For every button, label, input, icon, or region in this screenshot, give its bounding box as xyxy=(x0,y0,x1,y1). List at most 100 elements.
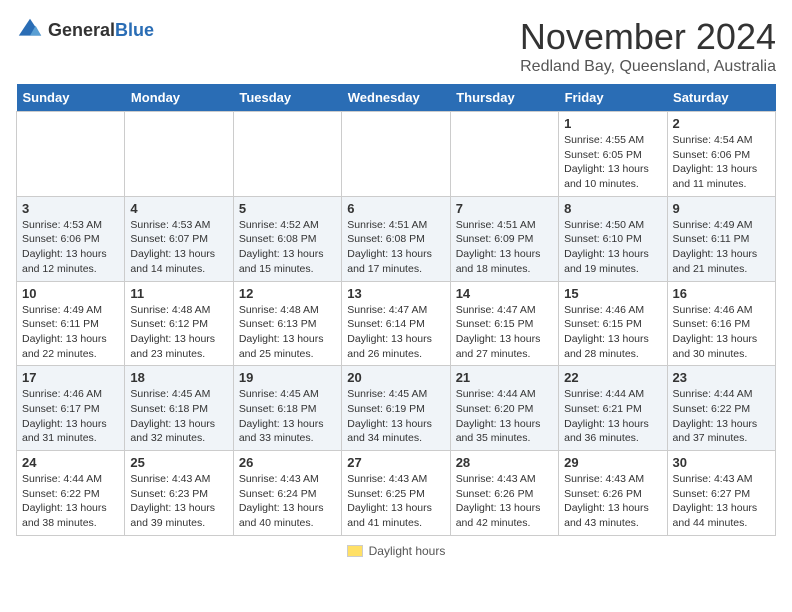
day-info: Sunrise: 4:44 AM Sunset: 6:22 PM Dayligh… xyxy=(673,387,770,446)
day-info: Sunrise: 4:48 AM Sunset: 6:13 PM Dayligh… xyxy=(239,303,336,362)
calendar-day-cell: 30 Sunrise: 4:43 AM Sunset: 6:27 PM Dayli… xyxy=(667,451,775,536)
calendar-week-row: 10Sunrise: 4:49 AM Sunset: 6:11 PM Dayli… xyxy=(17,281,776,366)
day-info: Sunrise: 4:45 AM Sunset: 6:19 PM Dayligh… xyxy=(347,387,444,446)
calendar-day-cell: 22 Sunrise: 4:44 AM Sunset: 6:21 PM Dayli… xyxy=(559,366,667,451)
calendar-day-cell: 27 Sunrise: 4:43 AM Sunset: 6:25 PM Dayli… xyxy=(342,451,450,536)
calendar-day-cell: 1 Sunrise: 4:55 AM Sunset: 6:05 PM Daylig… xyxy=(559,112,667,197)
calendar-day-cell: 29 Sunrise: 4:43 AM Sunset: 6:26 PM Dayli… xyxy=(559,451,667,536)
day-info: Sunrise: 4:43 AM Sunset: 6:23 PM Dayligh… xyxy=(130,472,227,531)
calendar-week-row: 17 Sunrise: 4:46 AM Sunset: 6:17 PM Dayli… xyxy=(17,366,776,451)
logo-text: GeneralBlue xyxy=(48,20,154,41)
day-number: 24 xyxy=(22,455,119,470)
day-number: 15 xyxy=(564,286,661,301)
day-info: Sunrise: 4:43 AM Sunset: 6:26 PM Dayligh… xyxy=(564,472,661,531)
day-info: Sunrise: 4:46 AM Sunset: 6:15 PM Dayligh… xyxy=(564,303,661,362)
day-info: Sunrise: 4:50 AM Sunset: 6:10 PM Dayligh… xyxy=(564,218,661,277)
day-number: 7 xyxy=(456,201,553,216)
day-info: Sunrise: 4:43 AM Sunset: 6:27 PM Dayligh… xyxy=(673,472,770,531)
day-info: Sunrise: 4:51 AM Sunset: 6:08 PM Dayligh… xyxy=(347,218,444,277)
calendar-week-row: 3Sunrise: 4:53 AM Sunset: 6:06 PM Daylig… xyxy=(17,196,776,281)
weekday-header: Monday xyxy=(125,84,233,112)
calendar-day-cell: 3Sunrise: 4:53 AM Sunset: 6:06 PM Daylig… xyxy=(17,196,125,281)
day-number: 26 xyxy=(239,455,336,470)
calendar-day-cell: 18Sunrise: 4:45 AM Sunset: 6:18 PM Dayli… xyxy=(125,366,233,451)
calendar-day-cell: 28 Sunrise: 4:43 AM Sunset: 6:26 PM Dayli… xyxy=(450,451,558,536)
day-number: 30 xyxy=(673,455,770,470)
day-number: 27 xyxy=(347,455,444,470)
legend-area: Daylight hours xyxy=(16,544,776,558)
month-title: November 2024 xyxy=(520,16,776,58)
day-number: 4 xyxy=(130,201,227,216)
day-number: 21 xyxy=(456,370,553,385)
day-number: 29 xyxy=(564,455,661,470)
weekday-header: Saturday xyxy=(667,84,775,112)
calendar-day-cell: 21 Sunrise: 4:44 AM Sunset: 6:20 PM Dayli… xyxy=(450,366,558,451)
calendar-day-cell xyxy=(17,112,125,197)
day-number: 1 xyxy=(564,116,661,131)
day-info: Sunrise: 4:43 AM Sunset: 6:26 PM Dayligh… xyxy=(456,472,553,531)
calendar-day-cell: 6 Sunrise: 4:51 AM Sunset: 6:08 PM Daylig… xyxy=(342,196,450,281)
calendar-day-cell: 10Sunrise: 4:49 AM Sunset: 6:11 PM Dayli… xyxy=(17,281,125,366)
day-number: 10 xyxy=(22,286,119,301)
day-info: Sunrise: 4:46 AM Sunset: 6:17 PM Dayligh… xyxy=(22,387,119,446)
calendar-day-cell: 25 Sunrise: 4:43 AM Sunset: 6:23 PM Dayli… xyxy=(125,451,233,536)
weekday-header-row: SundayMondayTuesdayWednesdayThursdayFrid… xyxy=(17,84,776,112)
calendar-day-cell: 12 Sunrise: 4:48 AM Sunset: 6:13 PM Dayli… xyxy=(233,281,341,366)
day-number: 28 xyxy=(456,455,553,470)
header: GeneralBlue November 2024 Redland Bay, Q… xyxy=(16,16,776,76)
day-number: 2 xyxy=(673,116,770,131)
day-info: Sunrise: 4:44 AM Sunset: 6:21 PM Dayligh… xyxy=(564,387,661,446)
calendar-day-cell: 26 Sunrise: 4:43 AM Sunset: 6:24 PM Dayli… xyxy=(233,451,341,536)
day-info: Sunrise: 4:43 AM Sunset: 6:25 PM Dayligh… xyxy=(347,472,444,531)
logo-icon xyxy=(16,16,44,44)
day-info: Sunrise: 4:53 AM Sunset: 6:06 PM Dayligh… xyxy=(22,218,119,277)
day-number: 25 xyxy=(130,455,227,470)
day-info: Sunrise: 4:49 AM Sunset: 6:11 PM Dayligh… xyxy=(673,218,770,277)
weekday-header: Wednesday xyxy=(342,84,450,112)
calendar-day-cell: 15 Sunrise: 4:46 AM Sunset: 6:15 PM Dayli… xyxy=(559,281,667,366)
day-info: Sunrise: 4:52 AM Sunset: 6:08 PM Dayligh… xyxy=(239,218,336,277)
calendar-day-cell: 17 Sunrise: 4:46 AM Sunset: 6:17 PM Dayli… xyxy=(17,366,125,451)
logo-general: General xyxy=(48,20,115,40)
day-number: 12 xyxy=(239,286,336,301)
weekday-header: Thursday xyxy=(450,84,558,112)
calendar-day-cell xyxy=(125,112,233,197)
calendar-day-cell: 14 Sunrise: 4:47 AM Sunset: 6:15 PM Dayli… xyxy=(450,281,558,366)
calendar-day-cell xyxy=(233,112,341,197)
legend-label: Daylight hours xyxy=(369,544,446,558)
weekday-header: Friday xyxy=(559,84,667,112)
day-number: 22 xyxy=(564,370,661,385)
day-info: Sunrise: 4:51 AM Sunset: 6:09 PM Dayligh… xyxy=(456,218,553,277)
day-number: 9 xyxy=(673,201,770,216)
calendar-day-cell: 11 Sunrise: 4:48 AM Sunset: 6:12 PM Dayli… xyxy=(125,281,233,366)
calendar-day-cell: 23Sunrise: 4:44 AM Sunset: 6:22 PM Dayli… xyxy=(667,366,775,451)
day-info: Sunrise: 4:44 AM Sunset: 6:20 PM Dayligh… xyxy=(456,387,553,446)
day-info: Sunrise: 4:45 AM Sunset: 6:18 PM Dayligh… xyxy=(130,387,227,446)
day-info: Sunrise: 4:43 AM Sunset: 6:24 PM Dayligh… xyxy=(239,472,336,531)
calendar-day-cell: 4Sunrise: 4:53 AM Sunset: 6:07 PM Daylig… xyxy=(125,196,233,281)
location-title: Redland Bay, Queensland, Australia xyxy=(520,58,776,76)
calendar-week-row: 24 Sunrise: 4:44 AM Sunset: 6:22 PM Dayli… xyxy=(17,451,776,536)
calendar-day-cell: 2Sunrise: 4:54 AM Sunset: 6:06 PM Daylig… xyxy=(667,112,775,197)
day-number: 8 xyxy=(564,201,661,216)
day-number: 11 xyxy=(130,286,227,301)
day-info: Sunrise: 4:47 AM Sunset: 6:15 PM Dayligh… xyxy=(456,303,553,362)
day-number: 14 xyxy=(456,286,553,301)
weekday-header: Tuesday xyxy=(233,84,341,112)
title-area: November 2024 Redland Bay, Queensland, A… xyxy=(520,16,776,76)
legend-box xyxy=(347,545,363,557)
day-info: Sunrise: 4:44 AM Sunset: 6:22 PM Dayligh… xyxy=(22,472,119,531)
calendar-day-cell: 8 Sunrise: 4:50 AM Sunset: 6:10 PM Daylig… xyxy=(559,196,667,281)
logo: GeneralBlue xyxy=(16,16,154,44)
calendar-day-cell xyxy=(342,112,450,197)
day-info: Sunrise: 4:48 AM Sunset: 6:12 PM Dayligh… xyxy=(130,303,227,362)
day-number: 17 xyxy=(22,370,119,385)
day-number: 16 xyxy=(673,286,770,301)
day-info: Sunrise: 4:55 AM Sunset: 6:05 PM Dayligh… xyxy=(564,133,661,192)
day-number: 6 xyxy=(347,201,444,216)
day-info: Sunrise: 4:45 AM Sunset: 6:18 PM Dayligh… xyxy=(239,387,336,446)
calendar-table: SundayMondayTuesdayWednesdayThursdayFrid… xyxy=(16,84,776,536)
day-number: 13 xyxy=(347,286,444,301)
calendar-day-cell: 13Sunrise: 4:47 AM Sunset: 6:14 PM Dayli… xyxy=(342,281,450,366)
day-number: 20 xyxy=(347,370,444,385)
